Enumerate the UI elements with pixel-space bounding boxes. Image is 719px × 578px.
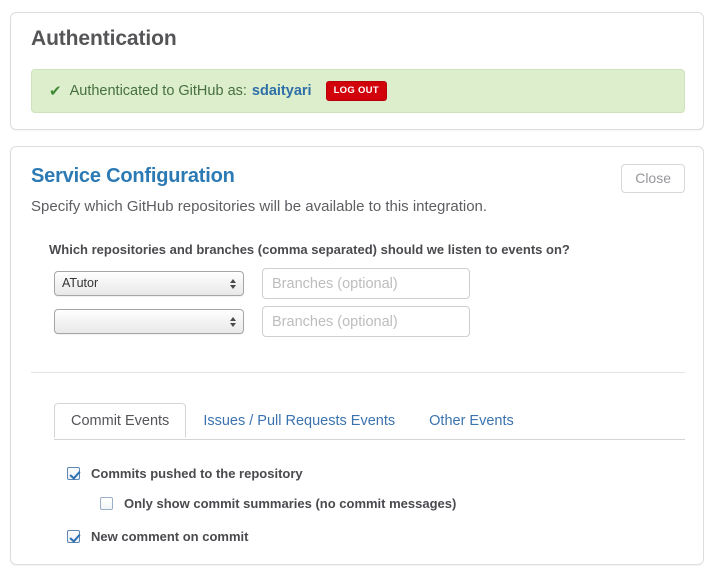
- checkbox-new-comment-on-commit[interactable]: [67, 530, 80, 543]
- auth-status-alert-content: ✔ Authenticated to GitHub as: sdaityari …: [49, 70, 387, 112]
- checkbox-label-only-commit-summaries[interactable]: Only show commit summaries (no commit me…: [124, 496, 456, 511]
- checkbox-row: Only show commit summaries (no commit me…: [100, 496, 456, 511]
- checkbox-row: New comment on commit: [67, 529, 248, 544]
- repository-select-wrapper: [54, 309, 244, 334]
- checkbox-label-new-comment-on-commit[interactable]: New comment on commit: [91, 529, 248, 544]
- auth-status-message: Authenticated to GitHub as:: [70, 83, 247, 99]
- check-icon: ✔: [49, 84, 62, 99]
- checkbox-label-commits-pushed[interactable]: Commits pushed to the repository: [91, 466, 303, 481]
- branches-input-1[interactable]: [262, 268, 470, 299]
- repository-select-2[interactable]: [54, 309, 244, 334]
- tab-issues-pull-requests-events[interactable]: Issues / Pull Requests Events: [186, 403, 412, 438]
- github-username-link[interactable]: sdaityari: [252, 83, 312, 99]
- tab-bar-underline: [54, 439, 685, 440]
- repository-row: [54, 306, 470, 337]
- repository-select-wrapper: ATutor: [54, 271, 244, 296]
- checkbox-row: Commits pushed to the repository: [67, 466, 303, 481]
- authentication-heading: Authentication: [31, 27, 177, 51]
- page-root: Authentication ✔ Authenticated to GitHub…: [0, 0, 719, 578]
- auth-status-alert: ✔ Authenticated to GitHub as: sdaityari …: [31, 69, 685, 113]
- section-divider: [31, 372, 685, 373]
- authentication-panel: Authentication ✔ Authenticated to GitHub…: [10, 12, 704, 130]
- tab-other-events[interactable]: Other Events: [412, 403, 531, 438]
- logout-button[interactable]: LOG OUT: [326, 81, 387, 101]
- repository-row: ATutor: [54, 268, 470, 299]
- checkbox-commits-pushed[interactable]: [67, 467, 80, 480]
- branches-input-2[interactable]: [262, 306, 470, 337]
- service-configuration-subtitle: Specify which GitHub repositories will b…: [31, 198, 487, 215]
- event-tabs: Commit Events Issues / Pull Requests Eve…: [54, 402, 531, 437]
- checkbox-only-commit-summaries[interactable]: [100, 497, 113, 510]
- service-configuration-heading: Service Configuration: [31, 165, 235, 188]
- tab-commit-events[interactable]: Commit Events: [54, 403, 186, 438]
- repository-select-1[interactable]: ATutor: [54, 271, 244, 296]
- repositories-question-label: Which repositories and branches (comma s…: [49, 242, 570, 257]
- service-configuration-panel: Service Configuration Close Specify whic…: [10, 146, 704, 565]
- close-button[interactable]: Close: [621, 164, 685, 193]
